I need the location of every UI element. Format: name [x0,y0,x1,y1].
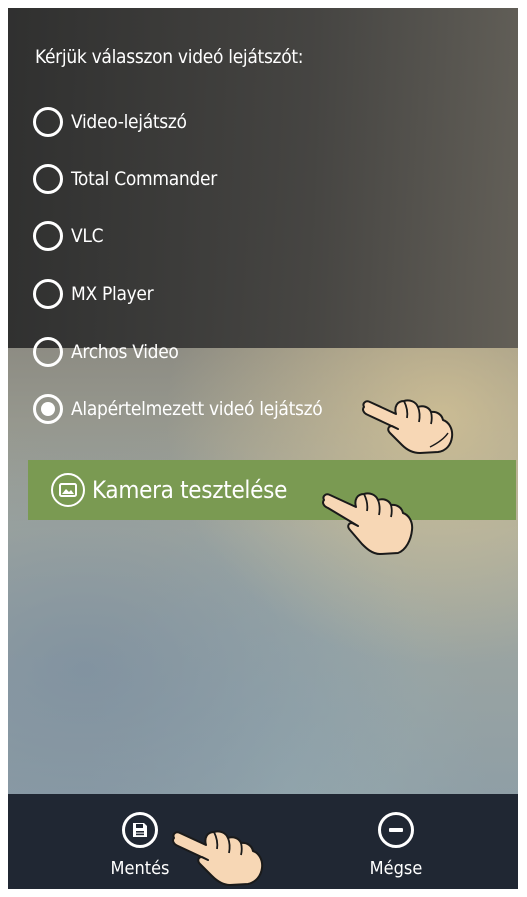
cancel-label: Mégse [369,858,423,879]
radio-button[interactable] [33,164,63,194]
radio-button[interactable] [33,337,63,367]
radio-button-selected[interactable] [33,394,63,424]
option-archos-video[interactable]: Archos Video [33,332,179,372]
radio-button[interactable] [33,279,63,309]
option-video-lejatszo[interactable]: Video-lejátszó [33,102,187,142]
image-icon [51,473,85,507]
save-label: Mentés [110,858,170,879]
option-default-player[interactable]: Alapértelmezett videó lejátszó [33,389,323,429]
option-label: Alapértelmezett videó lejátszó [71,398,323,420]
option-label: MX Player [71,283,154,305]
save-button[interactable]: Mentés [60,794,220,889]
app-screen: Kérjük válasszon videó lejátszót: Video-… [8,8,518,889]
option-label: Total Commander [71,168,217,190]
bottom-action-bar: Mentés Mégse [8,794,518,889]
dialog-title: Kérjük válasszon videó lejátszót: [35,46,304,68]
cancel-button[interactable]: Mégse [316,794,476,889]
camera-test-label: Kamera tesztelése [92,476,288,504]
minus-circle-icon [378,812,414,848]
option-label: VLC [71,225,104,247]
option-total-commander[interactable]: Total Commander [33,159,217,199]
radio-button[interactable] [33,221,63,251]
option-label: Archos Video [71,341,179,363]
radio-button[interactable] [33,107,63,137]
option-vlc[interactable]: VLC [33,216,104,256]
save-icon [122,812,158,848]
option-label: Video-lejátszó [71,111,187,133]
camera-test-button[interactable]: Kamera tesztelése [28,460,516,520]
option-mx-player[interactable]: MX Player [33,274,154,314]
